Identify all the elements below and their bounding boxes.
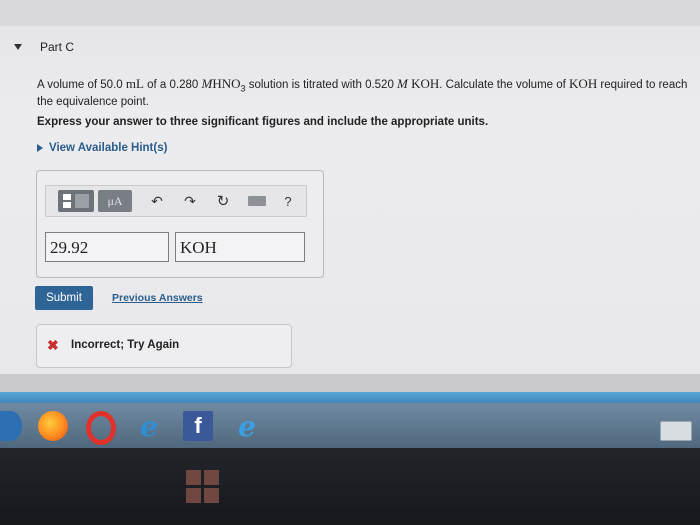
template-block-icon <box>63 194 71 200</box>
feedback-text: Incorrect; Try Again <box>71 339 180 351</box>
taskbar: e f e <box>0 403 700 453</box>
submit-button[interactable]: Submit <box>35 286 93 310</box>
answer-box: μA ↶ ↷ ↻ ? 29.92 KOH <box>36 170 324 278</box>
feedback-box: ✖ Incorrect; Try Again <box>36 324 292 368</box>
help-button[interactable]: ? <box>278 190 298 212</box>
undo-icon[interactable]: ↶ <box>146 190 168 212</box>
template-block-icon <box>63 202 71 208</box>
collapse-arrow-icon[interactable] <box>14 44 22 50</box>
value-input[interactable]: 29.92 <box>45 232 169 262</box>
templates-button[interactable] <box>58 190 94 212</box>
part-header[interactable] <box>0 27 700 71</box>
template-block-icon <box>75 194 89 208</box>
touch-keyboard-icon[interactable] <box>660 421 692 441</box>
media-player-icon[interactable] <box>0 411 22 441</box>
firefox-icon[interactable] <box>38 411 68 441</box>
question-text: A volume of 50.0 mL of a 0.280 MHNO3 sol… <box>37 76 688 109</box>
instruction-text: Express your answer to three significant… <box>37 116 489 128</box>
redo-icon[interactable]: ↷ <box>179 190 201 212</box>
facebook-icon[interactable]: f <box>183 411 213 441</box>
reset-icon[interactable]: ↻ <box>212 190 234 212</box>
units-input[interactable]: KOH <box>175 232 305 262</box>
opera-icon[interactable] <box>86 411 116 445</box>
math-toolbar: μA ↶ ↷ ↻ ? <box>45 185 307 217</box>
error-x-icon: ✖ <box>47 337 59 353</box>
hint-label: View Available Hint(s) <box>49 142 168 154</box>
expand-arrow-icon <box>37 143 43 152</box>
part-title: Part C <box>40 40 75 54</box>
top-strip <box>0 0 700 26</box>
browser-screen: Part C A volume of 50.0 mL of a 0.280 MH… <box>0 0 700 395</box>
view-hints-link[interactable]: View Available Hint(s) <box>37 142 167 154</box>
keyboard-icon <box>248 196 266 206</box>
device-bezel <box>0 448 700 525</box>
internet-explorer-icon[interactable]: e <box>232 410 262 443</box>
units-button[interactable]: μA <box>98 190 132 212</box>
keyboard-button[interactable] <box>246 190 268 212</box>
previous-answers-link[interactable]: Previous Answers <box>112 292 203 304</box>
internet-explorer-icon[interactable]: e <box>134 410 164 443</box>
windows-logo-icon <box>186 470 220 504</box>
